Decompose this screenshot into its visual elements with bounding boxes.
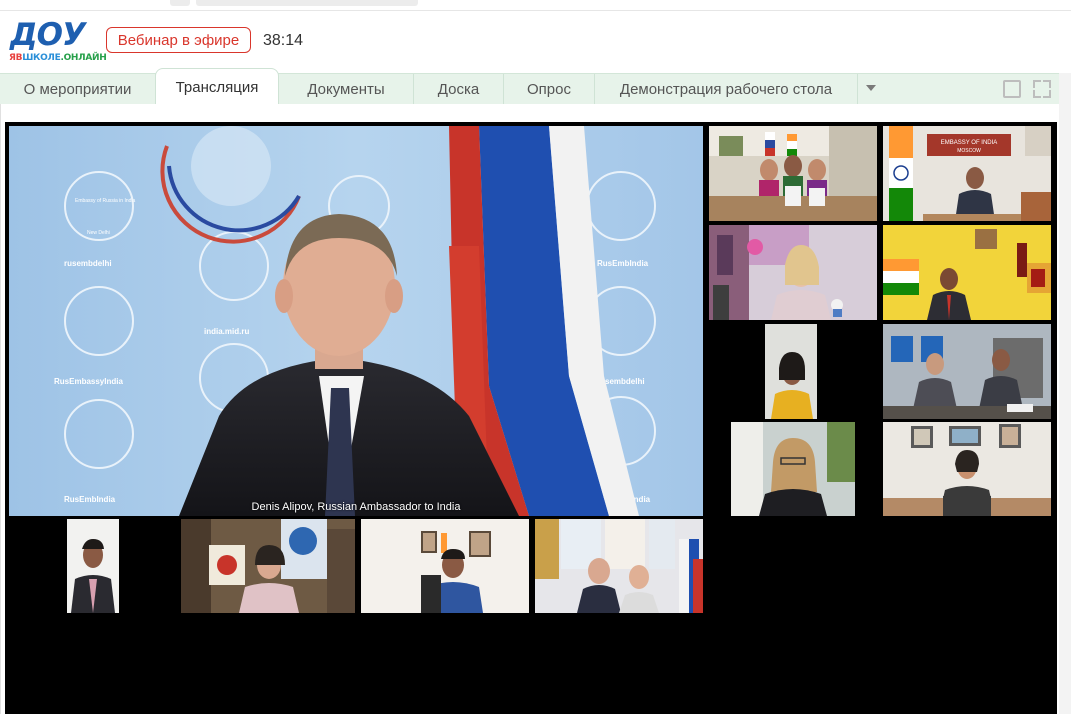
tab-bar: О мероприятии Трансляция Документы Доска…	[0, 68, 1059, 105]
tab-about[interactable]: О мероприятии	[0, 74, 156, 104]
logo-sub-part-b: ШКОЛЕ	[22, 53, 61, 63]
tab-desktop-share[interactable]: Демонстрация рабочего стола	[595, 74, 858, 104]
backdrop-vk-label: rusembdelhi	[64, 259, 112, 268]
broadcast-panel: rusembdelhi india.mid.ru RusEmbassyIndia…	[0, 104, 1060, 714]
participant-tile-6[interactable]	[883, 324, 1051, 419]
fullscreen-icon[interactable]	[1033, 80, 1051, 98]
participant-2-video: EMBASSY OF INDIA MOSCOW	[883, 126, 1051, 221]
participant-tile-3[interactable]	[709, 225, 877, 320]
participant-11-video	[361, 519, 529, 613]
backdrop-city-text: New Delhi	[87, 230, 110, 236]
logo-wordmark: ДОУ	[10, 17, 86, 53]
participant-tile-11[interactable]	[361, 519, 529, 613]
tab-poll[interactable]: Опрос	[504, 74, 595, 104]
tab-board[interactable]: Доска	[414, 74, 504, 104]
live-status-badge: Вебинар в эфире	[106, 27, 251, 53]
logo-sub-part-a: ЯВ	[9, 53, 23, 63]
backdrop-site-label: india.mid.ru	[204, 327, 249, 336]
browser-top-strip	[0, 0, 1071, 11]
participant-8-video	[883, 422, 1051, 516]
single-window-icon[interactable]	[1003, 80, 1021, 98]
backdrop-emblem-text: Embassy of Russia in India	[75, 198, 136, 204]
participant-tile-10[interactable]	[181, 519, 355, 613]
backdrop-vk2-label: RusEmbIndia	[597, 259, 649, 268]
speaker-caption: Denis Alipov, Russian Ambassador to Indi…	[251, 501, 461, 513]
participant-4-video	[883, 225, 1051, 320]
embassy-sign-line1: EMBASSY OF INDIA	[941, 140, 998, 146]
participant-tile-8[interactable]	[883, 422, 1051, 516]
participant-5-video	[765, 324, 817, 419]
participant-7-video	[731, 422, 855, 516]
page-scrollbar[interactable]	[1059, 73, 1071, 714]
video-stage[interactable]: rusembdelhi india.mid.ru RusEmbassyIndia…	[5, 122, 1057, 714]
participant-tile-4[interactable]	[883, 225, 1051, 320]
participant-tile-2[interactable]: EMBASSY OF INDIA MOSCOW	[883, 126, 1051, 221]
participant-tile-9[interactable]	[67, 519, 119, 613]
participant-3-video	[709, 225, 877, 320]
embassy-sign-line2: MOSCOW	[957, 148, 981, 154]
broadcast-timer: 38:14	[263, 32, 304, 49]
participant-tile-12[interactable]	[535, 519, 703, 613]
participant-12-video	[535, 519, 703, 613]
participant-6-video	[883, 324, 1051, 419]
participant-tile-1[interactable]	[709, 126, 877, 221]
participant-tile-7[interactable]	[731, 422, 855, 516]
toolbar-ghost-2	[196, 0, 418, 6]
participant-10-video	[181, 519, 355, 613]
tab-documents[interactable]: Документы	[279, 74, 414, 104]
participant-9-video	[67, 519, 119, 613]
logo[interactable]: ДОУ ЯВШКОЛЕ.ОНЛАЙН	[8, 17, 107, 67]
logo-subtitle: ЯВШКОЛЕ.ОНЛАЙН	[9, 53, 107, 64]
tab-broadcast[interactable]: Трансляция	[155, 68, 279, 105]
participant-tile-5[interactable]	[765, 324, 817, 419]
main-speaker-video[interactable]: rusembdelhi india.mid.ru RusEmbassyIndia…	[9, 126, 703, 516]
app-header: ДОУ ЯВШКОЛЕ.ОНЛАЙН Вебинар в эфире 38:14	[0, 11, 1071, 73]
logo-sub-part-c: .ОНЛАЙН	[60, 53, 107, 63]
backdrop-fb-label: RusEmbassyIndia	[54, 377, 123, 386]
main-speaker-frame: rusembdelhi india.mid.ru RusEmbassyIndia…	[9, 126, 703, 516]
chevron-down-icon[interactable]	[858, 74, 884, 104]
toolbar-ghost-1	[170, 0, 190, 6]
participant-1-video	[709, 126, 877, 221]
